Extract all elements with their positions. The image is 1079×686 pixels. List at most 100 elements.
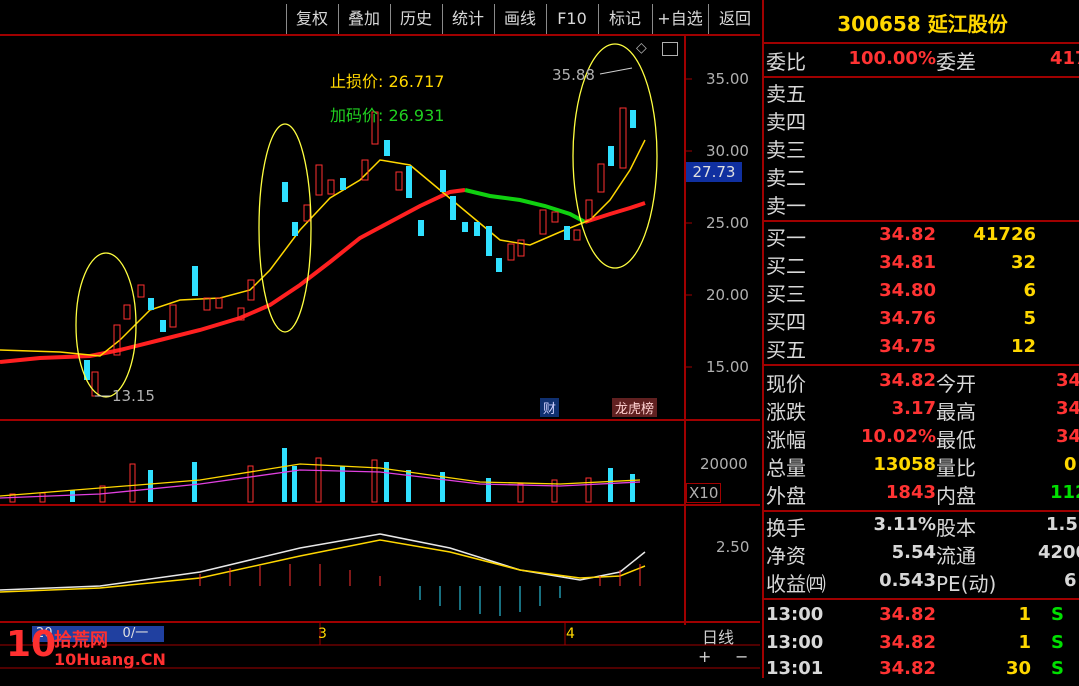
price-tick-30: 30.00 [706, 142, 749, 160]
stat-row-outer: 外盘 1843 内盘 112 [764, 480, 1079, 508]
high-label: 最高 [936, 400, 976, 424]
pct-change-label: 涨幅 [766, 428, 806, 452]
panel-toggle-icon[interactable] [662, 42, 678, 56]
sell-3-label: 卖三 [766, 138, 806, 162]
pe-label: PE(动) [936, 572, 997, 596]
share-capital-label: 股本 [936, 516, 976, 540]
tick-row: 13:00 34.82 1 S [764, 604, 1079, 632]
current-price-value: 34.82 [879, 370, 936, 391]
total-volume-value: 13058 [873, 454, 936, 475]
outer-value: 1843 [885, 482, 936, 503]
buy-5-label: 买五 [766, 338, 806, 362]
buy-5-row: 买五 34.75 12 [764, 334, 1079, 362]
stat-row-eps: 收益㈣ 0.543 PE(动) 6 [764, 568, 1079, 596]
change-value: 3.17 [891, 398, 936, 419]
float-label: 流通 [936, 544, 976, 568]
net-asset-label: 净资 [766, 544, 806, 568]
quote-panel: 300658 延江股份 委比 100.00% 委差 417 卖五 卖四 卖三 卖… [762, 0, 1079, 679]
buy-2-price: 34.81 [879, 252, 936, 273]
tick-volume: 1 [1018, 604, 1031, 625]
tick-side: S [1051, 632, 1064, 653]
highlight-ellipse-1 [75, 252, 137, 398]
buy-5-price: 34.75 [879, 336, 936, 357]
stat-row-change: 涨跌 3.17 最高 34 [764, 396, 1079, 424]
low-value: 34 [1056, 426, 1079, 447]
buy-4-price: 34.76 [879, 308, 936, 329]
buy-4-row: 买四 34.76 5 [764, 306, 1079, 334]
open-label: 今开 [936, 372, 976, 396]
buy-3-row: 买三 34.80 6 [764, 278, 1079, 306]
sell-2-row: 卖二 [764, 162, 1079, 190]
buy-2-volume: 32 [1010, 252, 1036, 273]
buy-3-label: 买三 [766, 282, 806, 306]
net-asset-value: 5.54 [891, 542, 936, 563]
turnover-value: 3.11% [873, 514, 936, 535]
tick-row: 13:00 34.82 1 S [764, 632, 1079, 660]
tick-volume: 30 [1005, 658, 1031, 679]
sell-2-label: 卖二 [766, 166, 806, 190]
tick-row: 13:01 34.82 30 S [764, 658, 1079, 686]
tick-side: S [1051, 658, 1064, 679]
stat-row-pct: 涨幅 10.02% 最低 34 [764, 424, 1079, 452]
add-position-label: 加码价: 26.931 [330, 106, 445, 125]
stat-row-price: 现价 34.82 今开 34 [764, 368, 1079, 396]
date-month-3: 3 [318, 626, 327, 642]
ma-red-line [0, 188, 466, 364]
period-selector[interactable]: 日线 [702, 624, 734, 648]
tick-side: S [1051, 604, 1064, 625]
buy-3-volume: 6 [1023, 280, 1036, 301]
ma-red-line-end [584, 201, 646, 224]
weicha-value: 417 [1050, 48, 1079, 69]
sell-1-row: 卖一 [764, 190, 1079, 218]
total-volume-label: 总量 [766, 456, 806, 480]
volume-ratio-label: 量比 [936, 456, 976, 480]
buy-1-label: 买一 [766, 226, 806, 250]
highlight-ellipse-2 [258, 123, 312, 333]
dragon-tiger-badge[interactable]: 龙虎榜 [612, 398, 658, 417]
tick-time: 13:01 [766, 658, 824, 679]
low-label: 最低 [936, 428, 976, 452]
price-tick-25: 25.00 [706, 214, 749, 232]
date-month-4: 4 [566, 626, 575, 642]
outer-label: 外盘 [766, 484, 806, 508]
buy-4-volume: 5 [1023, 308, 1036, 329]
tick-price: 34.82 [879, 632, 936, 653]
current-price-label: 现价 [766, 372, 806, 396]
zoom-in-button[interactable]: + [698, 647, 711, 666]
weibi-value: 100.00% [848, 48, 937, 69]
buy-1-price: 34.82 [879, 224, 936, 245]
zoom-out-button[interactable]: − [735, 647, 748, 666]
macd-tick: 2.50 [716, 538, 750, 556]
float-value: 4200 [1038, 542, 1079, 563]
sell-5-label: 卖五 [766, 82, 806, 106]
logo-url: 10Huang.CN [54, 650, 166, 669]
buy-2-row: 买二 34.81 32 [764, 250, 1079, 278]
sell-5-row: 卖五 [764, 78, 1079, 106]
stat-row-volume: 总量 13058 量比 0 [764, 452, 1079, 480]
buy-1-row: 买一 34.82 41726 [764, 222, 1079, 250]
price-tick-15: 15.00 [706, 358, 749, 376]
logo-cn-text: 拾荒网 [54, 630, 108, 651]
weibi-row: 委比 100.00% 委差 417 [764, 46, 1079, 74]
eps-label: 收益㈣ [766, 572, 826, 596]
eps-value: 0.543 [879, 570, 936, 591]
inner-label: 内盘 [936, 484, 976, 508]
sell-3-row: 卖三 [764, 134, 1079, 162]
buy-5-volume: 12 [1010, 336, 1036, 357]
weicha-label: 委差 [936, 50, 976, 74]
finance-badge[interactable]: 财 [540, 398, 560, 417]
sell-4-row: 卖四 [764, 106, 1079, 134]
sell-4-label: 卖四 [766, 110, 806, 134]
stat-row-netasset: 净资 5.54 流通 4200 [764, 540, 1079, 568]
buy-1-volume: 41726 [973, 224, 1036, 245]
diamond-icon[interactable]: ◇ [636, 40, 647, 56]
stop-loss-label: 止损价: 26.717 [330, 72, 445, 91]
candles [84, 107, 636, 397]
pe-value: 6 [1064, 570, 1077, 591]
buy-3-price: 34.80 [879, 280, 936, 301]
tick-time: 13:00 [766, 632, 824, 653]
tick-time: 13:00 [766, 604, 824, 625]
inner-value: 112 [1050, 482, 1079, 503]
current-price-tag: 27.73 [686, 162, 742, 182]
share-capital-value: 1.52 [1046, 514, 1079, 535]
